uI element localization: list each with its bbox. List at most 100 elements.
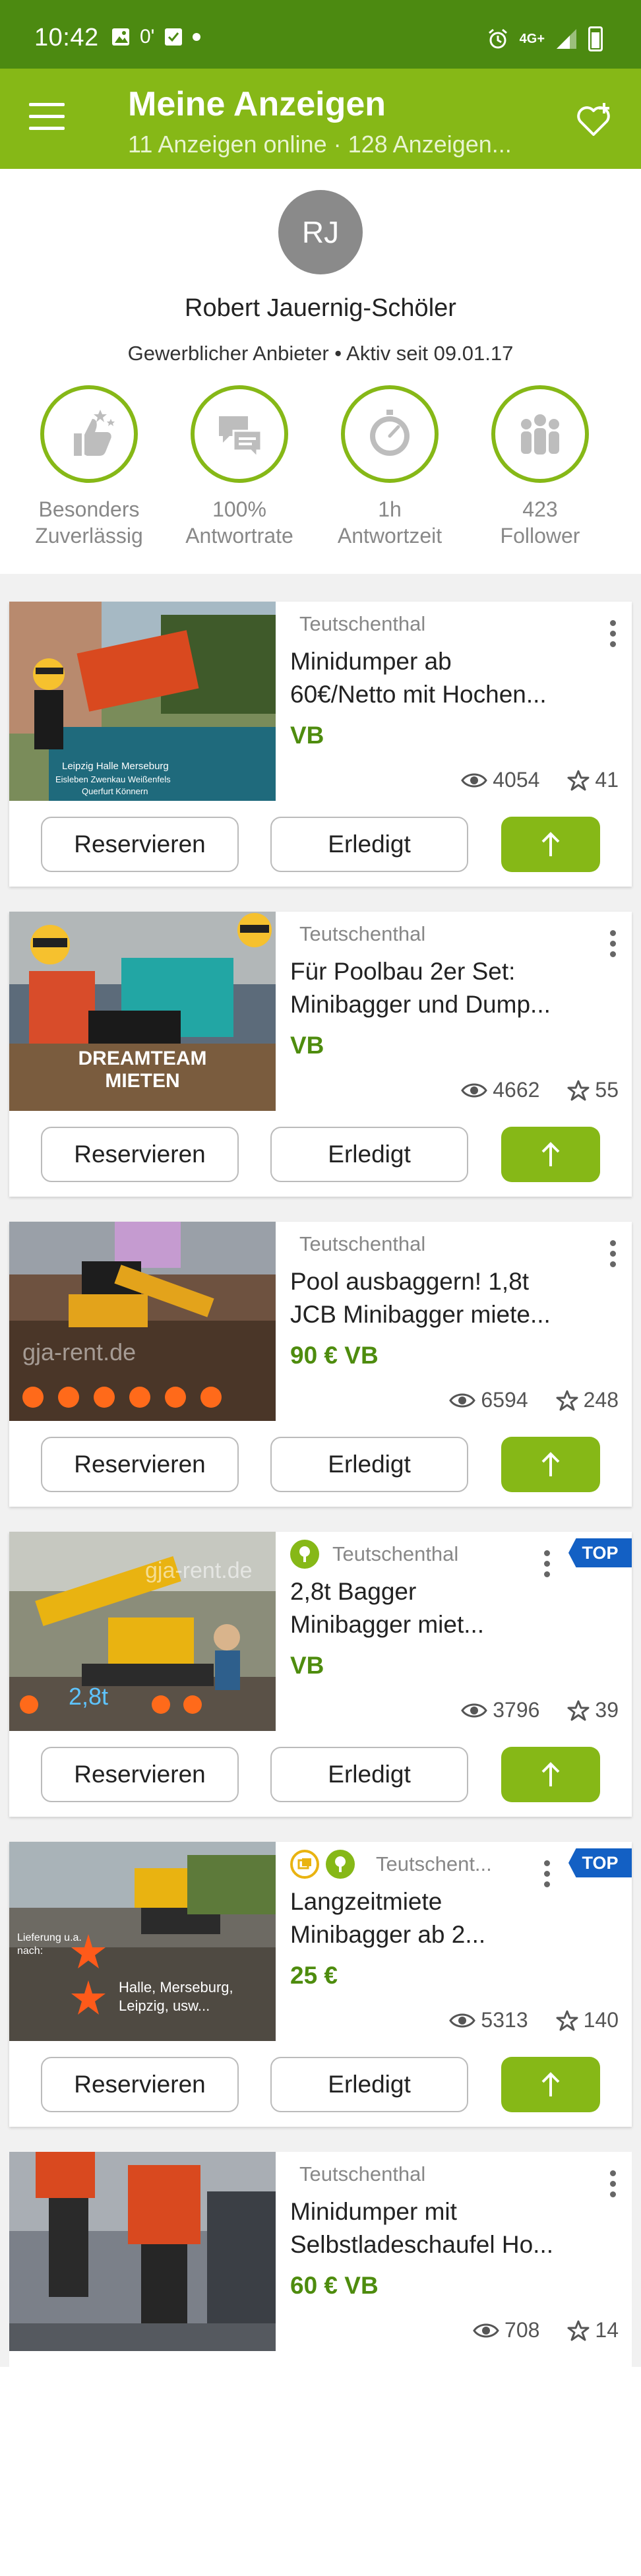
eye-icon bbox=[461, 1083, 488, 1097]
listing-title[interactable]: 2,8t Bagger Minibagger miet... bbox=[290, 1575, 587, 1641]
bump-button[interactable] bbox=[501, 2057, 600, 2112]
bump-button[interactable] bbox=[501, 1747, 600, 1802]
listing-card[interactable]: gja-rent.de Teutschenthal Pool ausbagger… bbox=[9, 1222, 632, 1507]
views-count: 5313 bbox=[481, 2008, 528, 2032]
avatar[interactable]: RJ bbox=[278, 190, 363, 274]
listing-location: Teutschent... bbox=[376, 1852, 492, 1875]
listing-location: Teutschenthal bbox=[299, 1232, 426, 1255]
badge-line1: 100% bbox=[212, 497, 266, 521]
title-line: JCB Minibagger miete... bbox=[290, 1301, 551, 1328]
tree-feature-icon bbox=[290, 1540, 319, 1569]
title-line: Selbstladeschaufel Ho... bbox=[290, 2231, 554, 2258]
listing-card[interactable]: DREAMTEAM MIETEN Teutschenthal Für Poolb… bbox=[9, 912, 632, 1197]
listing-location: Teutschenthal bbox=[332, 1542, 459, 1565]
reserve-button[interactable]: Reservieren bbox=[41, 2057, 239, 2112]
bump-button[interactable] bbox=[501, 1437, 600, 1492]
listing-card[interactable]: gja-rent.de 2,8t Teutschenthal TOP 2,8t … bbox=[9, 1532, 632, 1817]
check-box-icon bbox=[165, 28, 183, 46]
stars-count: 41 bbox=[595, 768, 619, 792]
stars-count: 140 bbox=[583, 2008, 619, 2032]
bump-button[interactable] bbox=[501, 817, 600, 872]
heart-plus-icon[interactable] bbox=[568, 95, 619, 145]
image-caption: Leipzig, usw... bbox=[119, 1997, 210, 2014]
title-line: Für Poolbau 2er Set: bbox=[290, 958, 516, 985]
listing-image[interactable]: Lieferung u.a. nach: Halle, Merseburg, L… bbox=[9, 1842, 276, 2041]
status-time: 10:42 bbox=[34, 24, 99, 51]
listing-price: 25 € bbox=[290, 1962, 338, 1989]
more-options-icon[interactable] bbox=[603, 1234, 623, 1273]
eye-icon bbox=[449, 1393, 476, 1407]
title-line: Minibagger miet... bbox=[290, 1611, 485, 1638]
views-count: 4662 bbox=[493, 1078, 540, 1102]
stars-count: 39 bbox=[595, 1698, 619, 1722]
done-button[interactable]: Erledigt bbox=[270, 2057, 468, 2112]
listing-title[interactable]: Pool ausbaggern! 1,8t JCB Minibagger miet… bbox=[290, 1265, 587, 1331]
listing-title[interactable]: Minidumper ab 60€/Netto mit Hochen... bbox=[290, 645, 587, 711]
hamburger-menu-icon[interactable] bbox=[29, 103, 69, 135]
listing-stats: 4054 41 bbox=[461, 768, 619, 792]
arrow-up-icon bbox=[541, 832, 560, 856]
star-icon bbox=[567, 2320, 590, 2340]
reserve-button[interactable]: Reservieren bbox=[41, 1127, 239, 1182]
more-options-icon[interactable] bbox=[603, 924, 623, 963]
badge-reliable[interactable]: Besonders Zuverlässig bbox=[13, 385, 165, 549]
listing-location: Teutschenthal bbox=[299, 612, 426, 635]
listing-title[interactable]: Für Poolbau 2er Set: Minibagger und Dump.… bbox=[290, 955, 587, 1021]
listing-stats: 5313 140 bbox=[449, 2008, 619, 2032]
listing-card[interactable]: Teutschenthal Minidumper mit Selbstladesc… bbox=[9, 2152, 632, 2367]
app-bar: Meine Anzeigen 11 Anzeigen online · 128 … bbox=[0, 69, 641, 169]
badge-response-rate[interactable]: 100% Antwortrate bbox=[164, 385, 315, 549]
done-button[interactable]: Erledigt bbox=[270, 1437, 468, 1492]
image-caption: Leipzig Halle Merseburg bbox=[62, 761, 169, 772]
more-options-icon[interactable] bbox=[603, 613, 623, 653]
listing-stats: 3796 39 bbox=[461, 1698, 619, 1722]
done-button[interactable]: Erledigt bbox=[270, 1747, 468, 1802]
badge-followers[interactable]: 423 Follower bbox=[464, 385, 616, 549]
badge-line2: Antwortzeit bbox=[337, 524, 443, 548]
network-label: 4G+ bbox=[519, 32, 545, 46]
image-caption: DREAMTEAM bbox=[78, 1048, 207, 1069]
status-bar: 10:42 0' 4G+ bbox=[0, 0, 641, 69]
eye-icon bbox=[461, 1703, 488, 1717]
listing-card[interactable]: Lieferung u.a. nach: Halle, Merseburg, L… bbox=[9, 1842, 632, 2127]
top-badge: TOP bbox=[568, 1848, 632, 1877]
empty-area bbox=[0, 2367, 641, 2576]
listing-title[interactable]: Minidumper mit Selbstladeschaufel Ho... bbox=[290, 2195, 587, 2261]
views-count: 6594 bbox=[481, 1388, 528, 1412]
title-line: Langzeitmiete bbox=[290, 1888, 443, 1915]
listing-image[interactable]: DREAMTEAM MIETEN bbox=[9, 912, 276, 1111]
thumbs-up-stars-icon bbox=[74, 410, 115, 456]
title-line: Minidumper mit bbox=[290, 2198, 457, 2225]
image-icon bbox=[112, 28, 129, 46]
arrow-up-icon bbox=[541, 2072, 560, 2096]
image-caption: Querfurt Könnern bbox=[82, 786, 148, 796]
group-icon bbox=[521, 414, 559, 455]
done-button[interactable]: Erledigt bbox=[270, 817, 468, 872]
stars-count: 55 bbox=[595, 1078, 619, 1102]
signal-icon bbox=[557, 29, 576, 49]
listing-price: 60 € VB bbox=[290, 2272, 379, 2299]
reserve-button[interactable]: Reservieren bbox=[41, 1747, 239, 1802]
bump-button[interactable] bbox=[501, 1127, 600, 1182]
image-caption: gja-rent.de bbox=[145, 1558, 253, 1583]
star-icon bbox=[567, 1700, 590, 1720]
reserve-button[interactable]: Reservieren bbox=[41, 1437, 239, 1492]
done-button[interactable]: Erledigt bbox=[270, 1127, 468, 1182]
listing-image[interactable]: Leipzig Halle Merseburg Eisleben Zwenkau… bbox=[9, 602, 276, 801]
reserve-button[interactable]: Reservieren bbox=[41, 817, 239, 872]
title-line: 2,8t Bagger bbox=[290, 1578, 417, 1605]
badge-response-time[interactable]: 1h Antwortzeit bbox=[314, 385, 466, 549]
listing-location: Teutschenthal bbox=[299, 922, 426, 945]
listing-card[interactable]: Leipzig Halle Merseburg Eisleben Zwenkau… bbox=[9, 602, 632, 887]
listing-image[interactable] bbox=[9, 2152, 276, 2351]
badge-line1: 1h bbox=[378, 497, 402, 521]
profile-meta: Gewerblicher Anbieter • Aktiv seit 09.01… bbox=[127, 342, 514, 365]
listing-image[interactable]: gja-rent.de 2,8t bbox=[9, 1532, 276, 1731]
top-badge: TOP bbox=[568, 1538, 632, 1567]
listing-image[interactable]: gja-rent.de bbox=[9, 1222, 276, 1421]
title-line: Minibagger und Dump... bbox=[290, 991, 551, 1018]
star-icon bbox=[567, 1080, 590, 1100]
more-options-icon[interactable] bbox=[603, 2164, 623, 2203]
listing-title[interactable]: Langzeitmiete Minibagger ab 2... bbox=[290, 1885, 587, 1951]
gallery-feature-icon bbox=[290, 1850, 319, 1879]
